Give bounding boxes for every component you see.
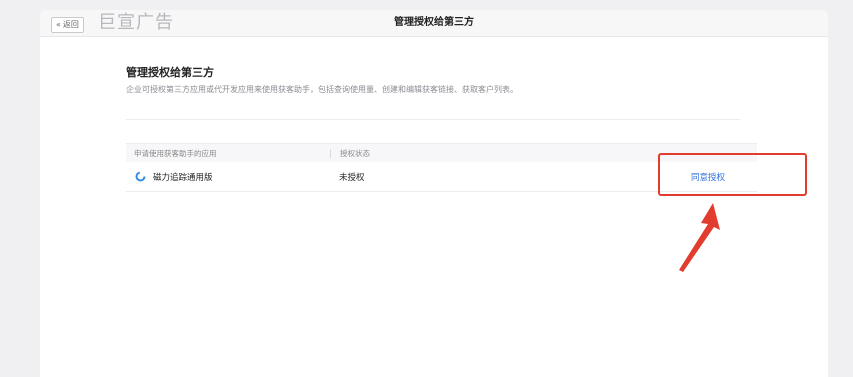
app-logo-icon: [135, 171, 146, 182]
status-cell: 未授权: [339, 172, 365, 183]
divider: [126, 119, 740, 120]
table-header: 申请使用获客助手的应用 授权状态: [126, 143, 757, 162]
section-title: 管理授权给第三方: [126, 66, 214, 79]
brand-logo: 巨宣广告: [98, 12, 174, 33]
table-row: 磁力追踪通用版 未授权 同意授权: [126, 162, 757, 192]
top-bar: « 返回 巨宣广告 管理授权给第三方: [40, 10, 828, 37]
authorization-table: 申请使用获客助手的应用 授权状态 磁力追踪通用版 未授权 同意授权: [126, 143, 757, 192]
agree-authorize-link[interactable]: 同意授权: [691, 173, 725, 183]
double-chevron-left-icon: «: [56, 20, 61, 29]
main-panel: « 返回 巨宣广告 管理授权给第三方 管理授权给第三方 企业可授权第三方应用或代…: [40, 10, 828, 377]
app-name: 磁力追踪通用版: [153, 172, 213, 183]
back-button-label: 返回: [62, 20, 79, 29]
app-cell: 磁力追踪通用版: [126, 171, 339, 183]
column-header-app: 申请使用获客助手的应用: [134, 148, 217, 158]
back-button[interactable]: « 返回: [51, 17, 84, 33]
action-cell: 同意授权: [659, 171, 757, 183]
section-description: 企业可授权第三方应用或代开发应用来使用获客助手，包括查询使用量、创建和编辑获客链…: [126, 85, 518, 94]
column-header-status: 授权状态: [330, 148, 370, 158]
